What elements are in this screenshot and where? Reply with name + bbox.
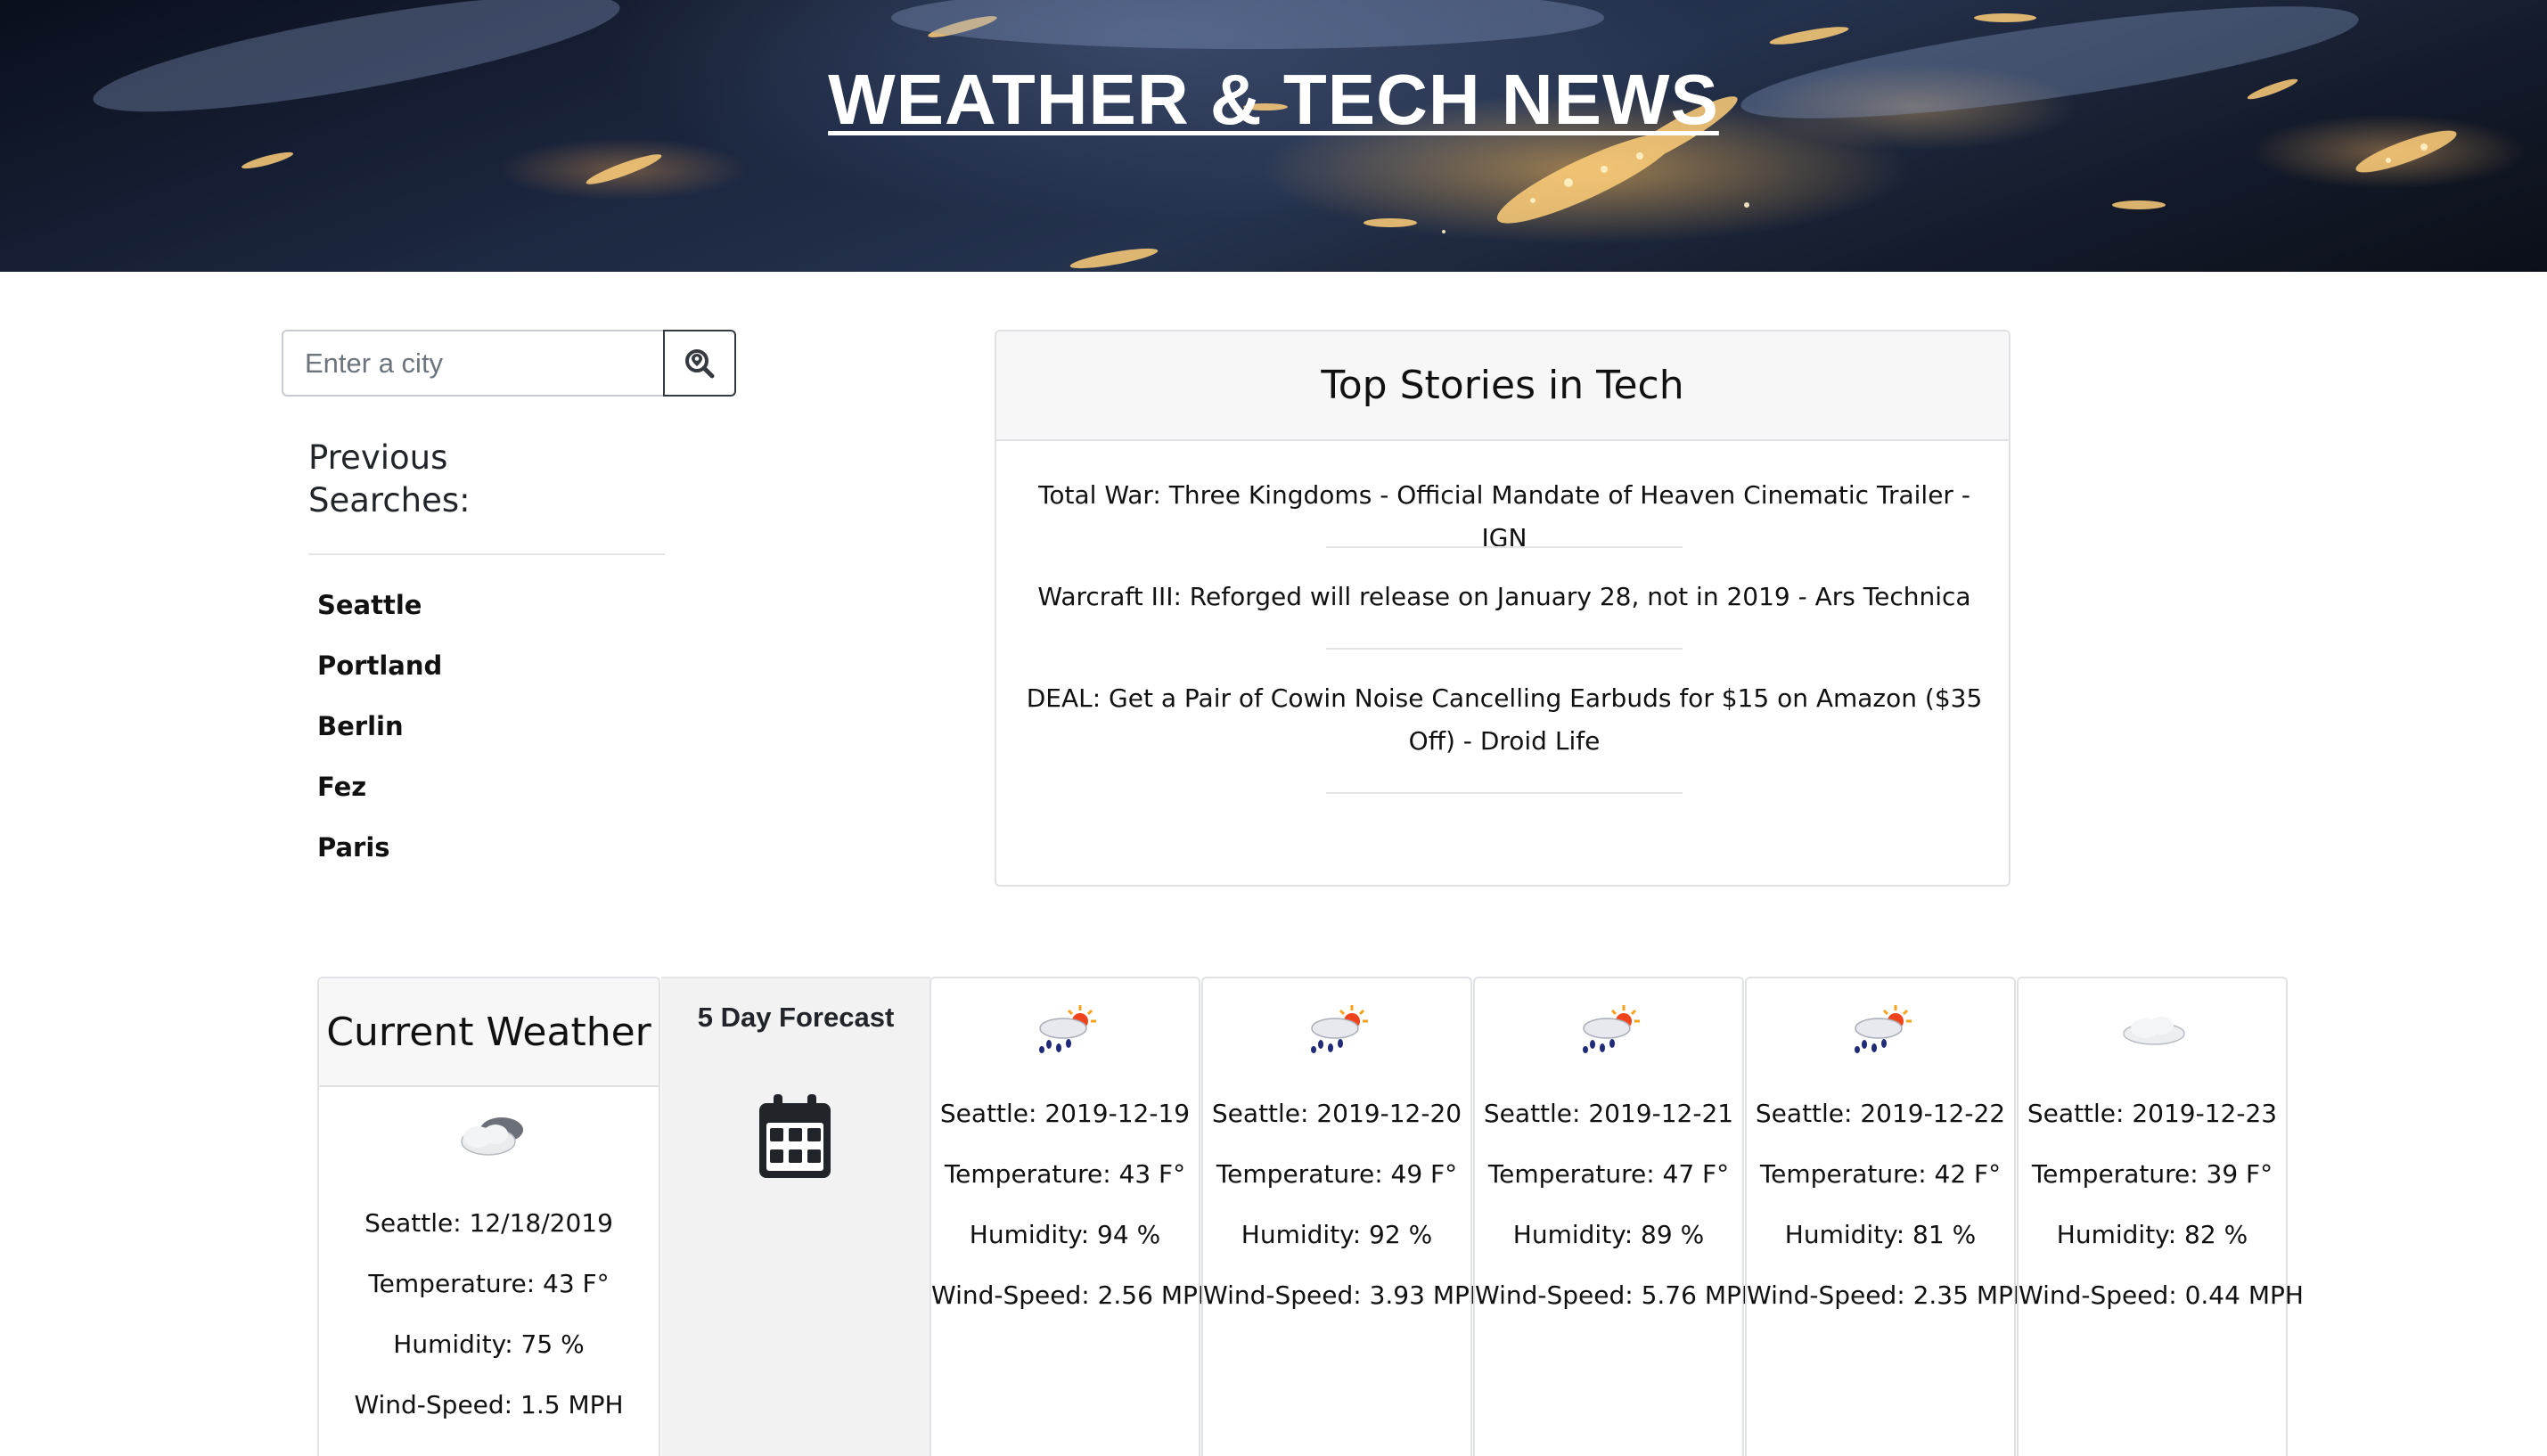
news-divider — [1326, 792, 1683, 794]
previous-search-item[interactable]: Berlin — [317, 711, 442, 772]
forecast-city-date: Seattle: 2019-12-23 — [2027, 1099, 2278, 1128]
search-button[interactable] — [663, 330, 736, 397]
forecast-temperature: Temperature: 47 F° — [1487, 1159, 1730, 1189]
sun-rain-icon — [1855, 1005, 1912, 1053]
page-title: WEATHER & TECH NEWS — [828, 60, 1719, 139]
current-temperature: Temperature: 43 F° — [368, 1269, 610, 1298]
current-city-date: Seattle: 12/18/2019 — [364, 1208, 613, 1238]
cloudy-icon — [461, 1117, 523, 1156]
forecast-humidity: Humidity: 89 % — [1512, 1220, 1705, 1249]
five-day-forecast-label: 5 Day Forecast — [661, 977, 930, 1456]
forecast-city-date: Seattle: 2019-12-21 — [1483, 1099, 1734, 1128]
previous-search-item[interactable]: Paris — [317, 832, 442, 893]
calendar-icon — [759, 1094, 831, 1178]
forecast-humidity: Humidity: 94 % — [969, 1220, 1161, 1249]
forecast-city-date: Seattle: 2019-12-20 — [1211, 1099, 1462, 1128]
forecast-wind-speed: Wind-Speed: 0.44 MPH — [2019, 1280, 2304, 1310]
forecast-temperature: Temperature: 49 F° — [1216, 1159, 1458, 1189]
forecast-humidity: Humidity: 82 % — [2056, 1220, 2248, 1249]
sun-rain-icon — [1311, 1005, 1368, 1053]
forecast-day-card: Seattle: 2019-12-23 Temperature: 39 F° H… — [2017, 977, 2304, 1456]
forecast-temperature: Temperature: 39 F° — [2031, 1159, 2273, 1189]
forecast-humidity: Humidity: 92 % — [1241, 1220, 1433, 1249]
forecast-wind-speed: Wind-Speed: 2.35 MPH — [1747, 1280, 2032, 1310]
forecast-city-date: Seattle: 2019-12-19 — [939, 1099, 1191, 1128]
news-story-link[interactable]: DEAL: Get a Pair of Cowin Noise Cancelli… — [1023, 677, 1986, 763]
cloud-icon — [2123, 1017, 2185, 1045]
sun-rain-icon — [1583, 1005, 1640, 1053]
forecast-day-card: Seattle: 2019-12-19 Temperature: 43 F° H… — [930, 977, 1216, 1456]
news-story-link[interactable]: Warcraft III: Reforged will release on J… — [1023, 576, 1986, 618]
current-weather-card: Current Weather Seattle: 12/18/2019 Temp… — [317, 977, 660, 1456]
previous-searches-list: Seattle Portland Berlin Fez Paris — [317, 590, 442, 893]
forecast-wind-speed: Wind-Speed: 2.56 MPH — [931, 1280, 1216, 1310]
forecast-day-card: Seattle: 2019-12-22 Temperature: 42 F° H… — [1745, 977, 2032, 1456]
forecast-temperature: Temperature: 43 F° — [944, 1159, 1186, 1189]
sun-rain-icon — [1039, 1005, 1096, 1053]
tech-news-heading: Top Stories in Tech — [996, 331, 2009, 441]
city-search-input[interactable] — [282, 330, 663, 397]
previous-searches-divider — [308, 553, 665, 555]
five-day-forecast-heading: 5 Day Forecast — [697, 1002, 895, 1033]
tech-news-card: Top Stories in Tech Total War: Three Kin… — [995, 330, 2011, 887]
forecast-day-card: Seattle: 2019-12-21 Temperature: 47 F° H… — [1473, 977, 1760, 1456]
previous-search-item[interactable]: Portland — [317, 650, 442, 711]
forecast-wind-speed: Wind-Speed: 3.93 MPH — [1203, 1280, 1488, 1310]
news-divider — [1326, 546, 1683, 548]
previous-search-item[interactable]: Fez — [317, 772, 442, 832]
forecast-city-date: Seattle: 2019-12-22 — [1755, 1099, 2006, 1128]
search-location-icon — [685, 348, 715, 378]
current-wind-speed: Wind-Speed: 1.5 MPH — [354, 1390, 624, 1419]
hero-banner: WEATHER & TECH NEWS — [0, 0, 2547, 272]
forecast-temperature: Temperature: 42 F° — [1759, 1159, 2002, 1189]
forecast-day-card: Seattle: 2019-12-20 Temperature: 49 F° H… — [1201, 977, 1488, 1456]
previous-searches-heading: Previous Searches: — [308, 438, 471, 519]
forecast-humidity: Humidity: 81 % — [1784, 1220, 1977, 1249]
city-search-form — [282, 330, 736, 397]
forecast-wind-speed: Wind-Speed: 5.76 MPH — [1475, 1280, 1760, 1310]
current-weather-heading: Current Weather — [319, 978, 659, 1087]
previous-search-item[interactable]: Seattle — [317, 590, 442, 650]
news-divider — [1326, 648, 1683, 650]
current-humidity: Humidity: 75 % — [393, 1329, 585, 1359]
